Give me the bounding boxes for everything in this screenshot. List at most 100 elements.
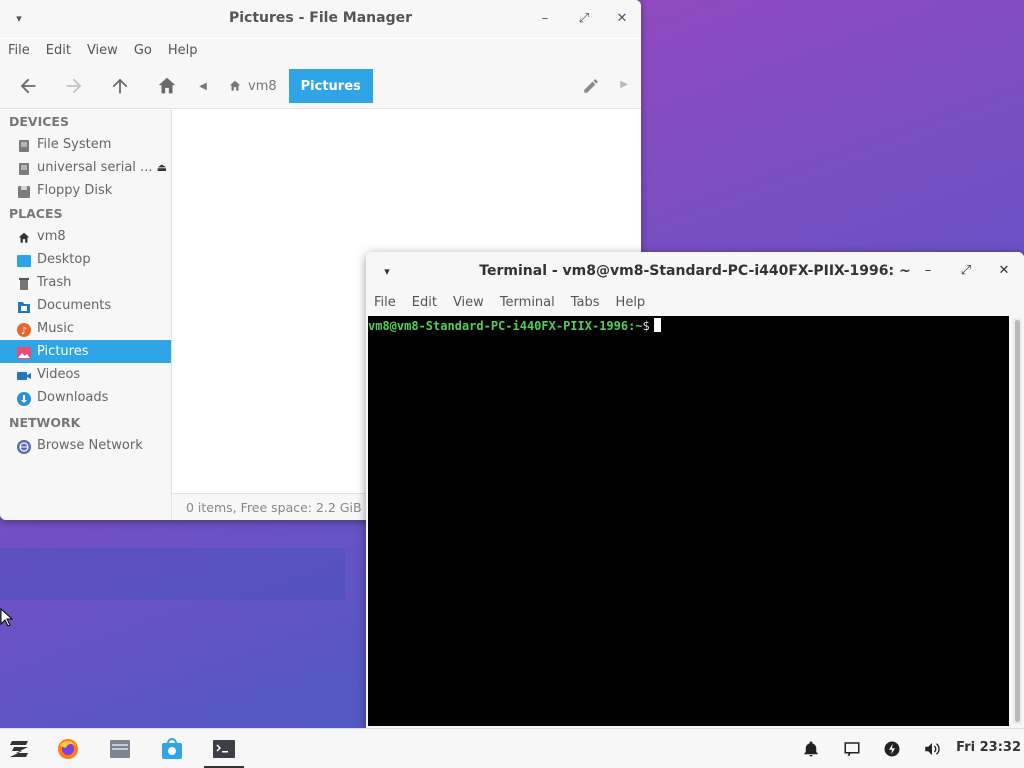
menu-view[interactable]: View [445, 291, 492, 315]
sidebar-item-documents[interactable]: Documents [0, 294, 171, 317]
minimize-button[interactable]: – [917, 261, 939, 281]
downloads-icon [17, 391, 31, 406]
maximize-button[interactable]: ⤢ [573, 9, 595, 29]
menu-view[interactable]: View [79, 39, 126, 63]
taskbar: Fri 23:32 [0, 728, 1024, 768]
menu-file[interactable]: File [0, 39, 38, 63]
edit-location-icon[interactable] [582, 77, 600, 95]
sidebar-item-music[interactable]: ♪ Music [0, 317, 171, 340]
firefox-icon [58, 739, 78, 759]
arrow-right-icon [66, 78, 82, 94]
menu-file[interactable]: File [366, 291, 404, 315]
sidebar-item-desktop[interactable]: Desktop [0, 248, 171, 271]
sidebar-item-label: File System [37, 137, 112, 152]
power-button[interactable] [882, 739, 902, 759]
up-button[interactable] [105, 71, 135, 101]
svg-text:♪: ♪ [21, 326, 27, 337]
prompt-symbol: $ [642, 319, 650, 333]
menu-help[interactable]: Help [160, 39, 206, 63]
drive-icon [17, 138, 31, 152]
sidebar-item-label: Browse Network [37, 438, 143, 453]
sidebar-item-label: Desktop [37, 252, 91, 267]
menu-edit[interactable]: Edit [38, 39, 79, 63]
menu-tabs[interactable]: Tabs [563, 291, 608, 315]
volume-icon [925, 743, 940, 755]
terminal-scrollbar[interactable] [1013, 318, 1022, 724]
sidebar-header-network: NETWORK [9, 415, 81, 430]
file-manager-menubar: File Edit View Go Help [0, 39, 641, 63]
mouse-pointer-icon [0, 608, 14, 627]
sidebar-item-label: Music [37, 321, 74, 336]
files-icon [110, 740, 130, 758]
home-button[interactable] [152, 71, 182, 101]
home-icon [158, 77, 176, 94]
breadcrumb-pictures[interactable]: Pictures [288, 69, 373, 103]
display-icon [844, 742, 860, 756]
arrow-left-icon [20, 78, 36, 94]
sidebar-item-label: Trash [37, 275, 72, 290]
usb-drive-icon [17, 161, 31, 175]
videos-icon [17, 368, 31, 382]
home-icon [229, 80, 241, 91]
file-manager-titlebar[interactable]: ▾ Pictures - File Manager – ⤢ ✕ [0, 0, 641, 38]
close-button[interactable]: ✕ [993, 261, 1015, 281]
forward-button[interactable] [59, 71, 89, 101]
terminal-titlebar[interactable]: ▾ Terminal - vm8@vm8-Standard-PC-i440FX-… [366, 252, 1024, 290]
location-bar: ◀ vm8 Pictures ▶ [190, 69, 630, 103]
taskbar-terminal[interactable] [204, 735, 244, 768]
menu-terminal[interactable]: Terminal [492, 291, 563, 315]
path-scroll-right-button[interactable]: ▶ [620, 79, 628, 90]
sidebar-item-label: universal serial ... [37, 160, 153, 175]
sidebar-item-downloads[interactable]: Downloads [0, 386, 171, 409]
sidebar-item-file-system[interactable]: File System [0, 133, 171, 156]
sidebar-item-home[interactable]: vm8 [0, 225, 171, 248]
volume-button[interactable] [922, 739, 942, 759]
menu-help[interactable]: Help [608, 291, 654, 315]
menu-edit[interactable]: Edit [404, 291, 445, 315]
sidebar-item-floppy-disk[interactable]: Floppy Disk [0, 179, 171, 202]
zorin-menu-button[interactable] [6, 735, 34, 763]
sidebar: DEVICES File System universal serial ...… [0, 110, 172, 520]
sidebar-item-label: Floppy Disk [37, 183, 113, 198]
bell-icon [804, 741, 818, 757]
close-button[interactable]: ✕ [611, 9, 633, 29]
sidebar-item-label: vm8 [37, 229, 66, 244]
pictures-icon [17, 345, 31, 359]
breadcrumb-label: Pictures [300, 78, 361, 94]
eject-icon[interactable]: ⏏ [157, 156, 167, 179]
software-store-icon [162, 738, 182, 759]
scrollbar-thumb[interactable] [1015, 320, 1020, 722]
floppy-icon [17, 184, 31, 198]
sidebar-item-label: Downloads [37, 390, 109, 405]
arrow-up-icon [112, 78, 128, 94]
zorin-menu-icon [10, 741, 28, 757]
sidebar-item-label: Pictures [37, 344, 89, 359]
terminal-screen[interactable]: vm8@vm8-Standard-PC-i440FX-PIIX-1996:~$ [368, 316, 1009, 726]
taskbar-software[interactable] [158, 735, 186, 763]
clock[interactable]: Fri 23:32 [956, 740, 1021, 755]
sidebar-item-browse-network[interactable]: Browse Network [0, 434, 171, 457]
sidebar-item-pictures[interactable]: Pictures [0, 340, 171, 363]
path-scroll-left-button[interactable]: ◀ [190, 81, 216, 92]
sidebar-item-videos[interactable]: Videos [0, 363, 171, 386]
minimize-button[interactable]: – [534, 9, 556, 29]
trash-icon [17, 276, 31, 290]
sidebar-header-devices: DEVICES [9, 114, 69, 129]
taskbar-firefox[interactable] [54, 735, 82, 763]
desktop-icon [17, 253, 31, 267]
sidebar-item-usb-drive[interactable]: universal serial ... ⏏ [0, 156, 171, 179]
sidebar-item-trash[interactable]: Trash [0, 271, 171, 294]
notifications-button[interactable] [801, 739, 821, 759]
terminal-icon [213, 740, 235, 758]
maximize-button[interactable]: ⤢ [955, 261, 977, 281]
menu-go[interactable]: Go [126, 39, 160, 63]
display-button[interactable] [842, 739, 862, 759]
terminal-window[interactable]: ▾ Terminal - vm8@vm8-Standard-PC-i440FX-… [366, 252, 1024, 728]
text-cursor [653, 318, 661, 332]
taskbar-files[interactable] [106, 735, 134, 763]
prompt-cwd: :~ [628, 319, 643, 333]
breadcrumb-home[interactable]: vm8 [216, 69, 289, 103]
back-button[interactable] [13, 71, 43, 101]
file-manager-toolbar: ◀ vm8 Pictures ▶ [0, 63, 641, 109]
home-icon [17, 230, 31, 244]
